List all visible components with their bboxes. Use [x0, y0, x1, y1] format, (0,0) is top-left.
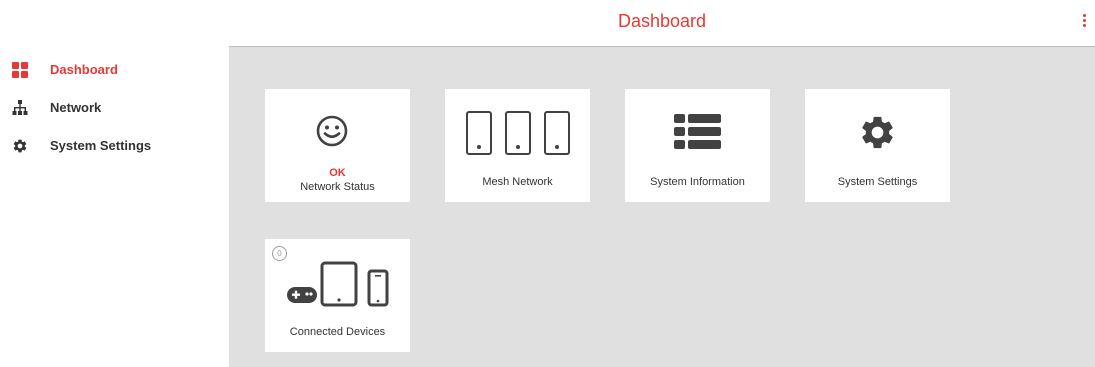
network-status-tile[interactable]: OK Network Status: [265, 89, 410, 202]
tile-label: Connected Devices: [289, 326, 386, 338]
sidebar-item-system-settings[interactable]: System Settings: [0, 129, 229, 163]
smiley-icon: [316, 115, 348, 147]
device-count-badge: 0: [272, 246, 287, 261]
gear-icon: [862, 116, 893, 149]
list-icon: [674, 114, 721, 149]
connected-devices-tile[interactable]: 0 Connected Devices: [265, 239, 410, 352]
gear-icon: [13, 139, 27, 153]
network-status-value: OK: [329, 167, 346, 179]
dashboard-content: OK Network Status Mesh Network System In…: [229, 47, 1095, 367]
tile-label: System Settings: [837, 176, 918, 188]
system-settings-tile[interactable]: System Settings: [805, 89, 950, 202]
devices-icon: [287, 261, 389, 307]
sidebar-item-dashboard[interactable]: Dashboard: [0, 53, 229, 87]
sidebar-item-label: Network: [50, 100, 102, 115]
mesh-nodes-icon: [466, 111, 570, 155]
sidebar-item-label: System Settings: [50, 138, 152, 153]
system-information-tile[interactable]: System Information: [625, 89, 770, 202]
sidebar-item-label: Dashboard: [50, 62, 118, 77]
top-header: Dashboard: [229, 0, 1095, 47]
more-options-icon[interactable]: [1081, 14, 1087, 32]
mesh-network-tile[interactable]: Mesh Network: [445, 89, 590, 202]
tile-label: Mesh Network: [482, 176, 553, 188]
tile-label: System Information: [650, 176, 745, 188]
page-title: Dashboard: [617, 11, 707, 31]
sidebar-item-network[interactable]: Network: [0, 91, 229, 125]
dashboard-grid-icon: [12, 62, 28, 78]
network-tree-icon: [12, 100, 28, 115]
tile-label: Network Status: [300, 181, 375, 193]
sidebar: Dashboard Network System Settings: [0, 47, 229, 367]
